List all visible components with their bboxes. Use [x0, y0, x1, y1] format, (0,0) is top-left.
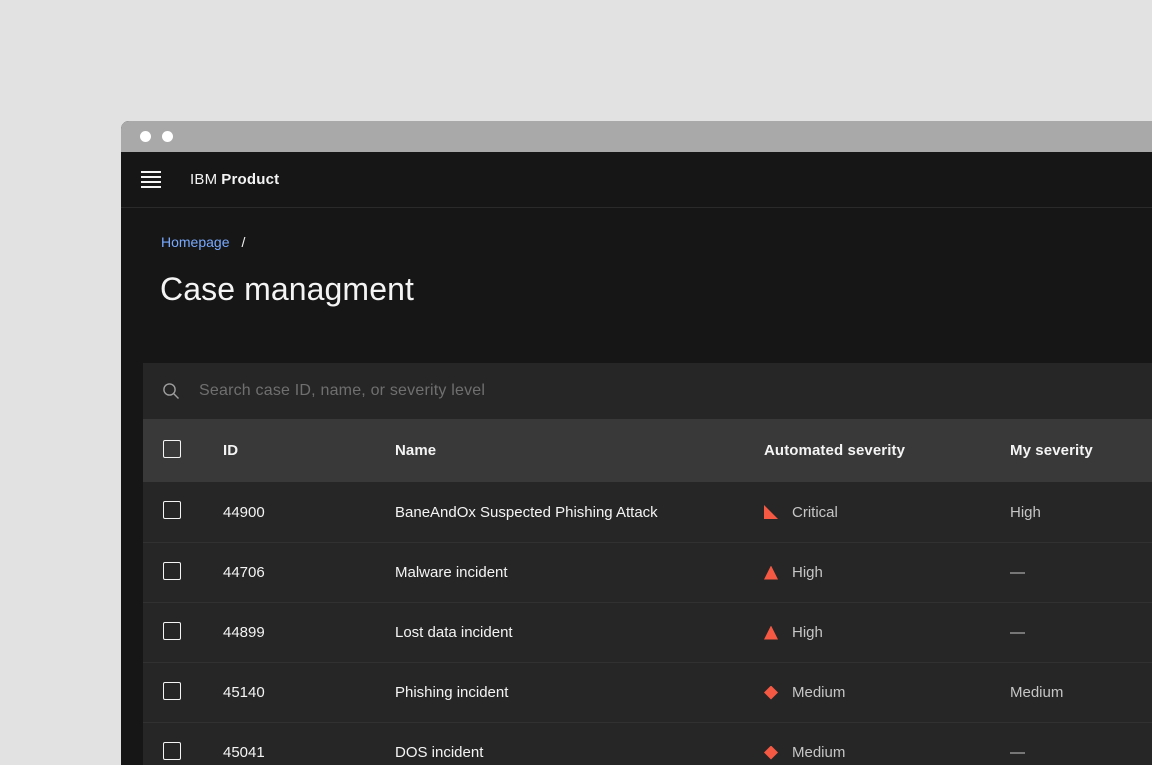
table-search-bar: [143, 363, 1152, 419]
row-id: 45041: [223, 744, 265, 761]
automated-severity-cell: High: [748, 564, 994, 581]
row-id: 45140: [223, 684, 265, 701]
severity-label: Medium: [792, 744, 846, 761]
severity-label: High: [792, 624, 823, 641]
table-body: 44900 BaneAndOx Suspected Phishing Attac…: [143, 482, 1152, 765]
case-table: ID Name Automated severity My severity 4…: [143, 363, 1152, 765]
window-titlebar: [121, 121, 1152, 152]
severity-label: Critical: [792, 503, 838, 521]
search-input[interactable]: [199, 382, 1152, 400]
high-severity-icon: [764, 565, 778, 580]
table-row: 44899 Lost data incident High —: [143, 602, 1152, 662]
row-name: Lost data incident: [395, 624, 513, 641]
brand-link[interactable]: IBM Product: [190, 171, 279, 188]
window-dot[interactable]: [140, 131, 151, 142]
automated-severity-cell: High: [748, 624, 994, 641]
row-name: Phishing incident: [395, 684, 509, 701]
row-checkbox[interactable]: [163, 501, 181, 519]
column-header-name: Name: [395, 442, 437, 459]
row-checkbox[interactable]: [163, 621, 181, 640]
row-id: 44900: [223, 503, 265, 521]
table-row: 44706 Malware incident High —: [143, 542, 1152, 602]
row-my-severity: Medium: [1010, 684, 1064, 701]
page-content: Homepage / Case managment ID Name Automa…: [121, 208, 1152, 765]
table-row: 45041 DOS incident Medium —: [143, 722, 1152, 765]
severity-label: High: [792, 564, 823, 581]
severity-label: Medium: [792, 684, 846, 701]
app-header: IBM Product: [121, 152, 1152, 208]
table-row: 45140 Phishing incident Medium Medium: [143, 662, 1152, 722]
table-header-row: ID Name Automated severity My severity: [143, 419, 1152, 482]
column-header-id: ID: [223, 442, 239, 459]
breadcrumb: Homepage /: [121, 208, 1152, 251]
row-my-severity: —: [1010, 564, 1025, 581]
critical-severity-icon: [764, 505, 778, 519]
automated-severity-cell: Critical: [748, 504, 994, 521]
row-id: 44706: [223, 564, 265, 581]
select-all-checkbox[interactable]: [163, 439, 181, 458]
browser-window: IBMProduct Homepage / Case managment ID: [121, 121, 1152, 765]
column-header-my-severity: My severity: [1010, 442, 1093, 459]
medium-severity-icon: [764, 685, 778, 700]
row-my-severity: —: [1010, 744, 1025, 761]
page-title: Case managment: [160, 271, 414, 307]
column-header-automated-severity: Automated severity: [764, 442, 906, 459]
breadcrumb-separator: /: [241, 234, 246, 250]
search-icon: [163, 383, 179, 399]
brand-prefix: IBM: [190, 171, 218, 188]
row-checkbox[interactable]: [163, 561, 181, 580]
row-name: Malware incident: [395, 564, 508, 581]
row-name: BaneAndOx Suspected Phishing Attack: [395, 503, 658, 521]
brand-name: Product: [221, 171, 280, 188]
table-row: 44900 BaneAndOx Suspected Phishing Attac…: [143, 482, 1152, 542]
medium-severity-icon: [764, 745, 778, 760]
menu-icon[interactable]: [141, 171, 161, 188]
row-id: 44899: [223, 624, 265, 641]
row-my-severity: —: [1010, 624, 1025, 641]
automated-severity-cell: Medium: [748, 684, 994, 701]
row-checkbox[interactable]: [163, 741, 181, 760]
row-checkbox[interactable]: [163, 681, 181, 700]
high-severity-icon: [764, 625, 778, 640]
automated-severity-cell: Medium: [748, 744, 994, 761]
row-name: DOS incident: [395, 744, 484, 761]
breadcrumb-link-homepage[interactable]: Homepage: [161, 233, 230, 251]
window-dot[interactable]: [162, 131, 173, 142]
row-my-severity: High: [1010, 503, 1041, 521]
